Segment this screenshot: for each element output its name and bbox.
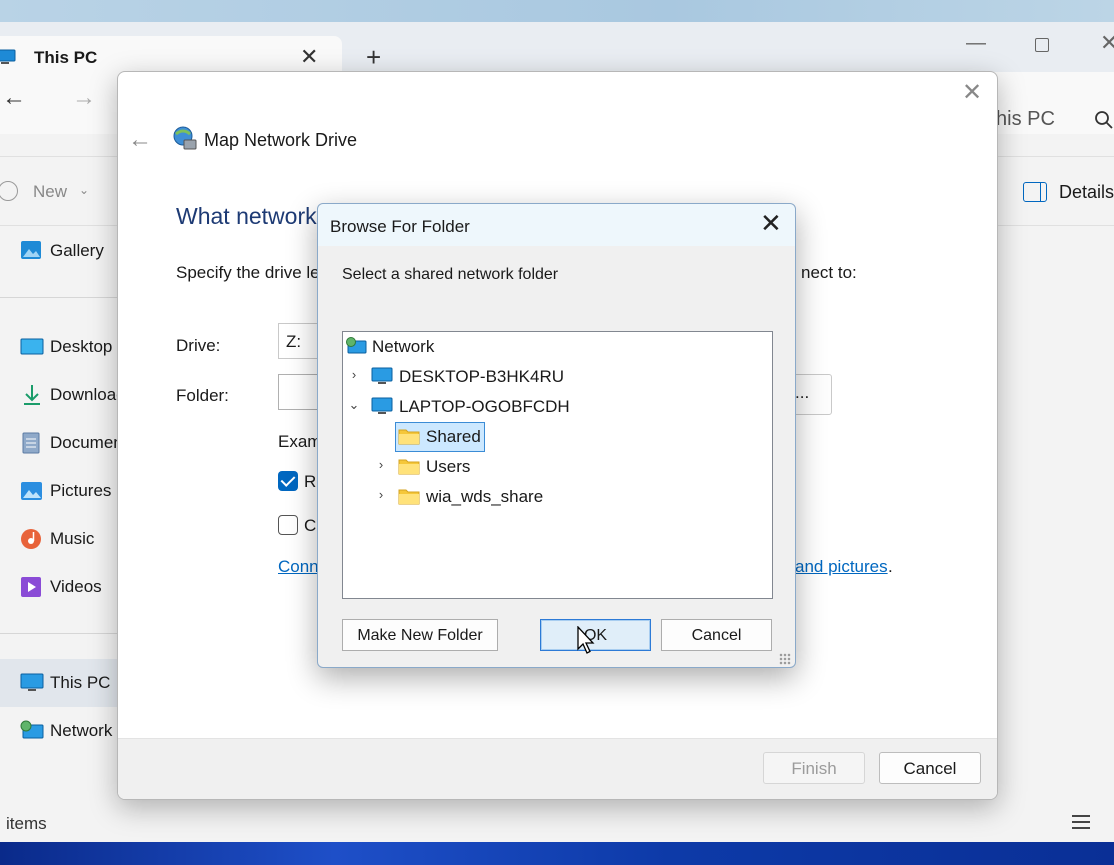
mouse-cursor-icon [577,626,595,654]
computer-icon [371,397,393,414]
example-text: Exam [278,432,320,451]
sidebar-item-music[interactable]: Music [20,524,120,554]
dialog-title: Map Network Drive [204,130,358,150]
folder-label: Folder: [176,386,229,405]
videos-icon [21,577,41,597]
tree-item-laptop-ogobfcdh[interactable]: ⌄ LAPTOP-OGOBFCDH [343,393,603,421]
wizard-description-tail: nect to: [801,263,857,282]
drive-label: Drive: [176,336,221,355]
folder-icon [398,489,420,505]
maximize-icon[interactable] [1035,38,1049,52]
sidebar-item-pictures[interactable]: Pictures [20,476,120,506]
sidebar-item-this-pc[interactable]: This PC [20,668,120,698]
network-drive-icon [173,126,197,150]
sidebar-item-network[interactable]: Network [20,716,120,746]
new-button[interactable]: New [33,182,67,202]
minimize-icon[interactable]: — [966,32,986,55]
close-icon[interactable]: ✕ [962,78,982,107]
new-tab-icon[interactable]: + [366,44,381,70]
gallery-icon [21,241,41,259]
resize-grip-icon[interactable] [779,653,791,665]
status-item-count: items [6,814,47,833]
back-arrow-icon[interactable]: ← [2,84,26,112]
chevron-right-icon[interactable]: › [374,457,388,472]
tree-item-users[interactable]: › Users [343,453,543,481]
pictures-icon [21,482,42,500]
connect-website-link[interactable]: Conn [278,557,320,577]
tree-item-shared[interactable]: Shared [343,423,543,451]
tree-item-network[interactable]: Network [343,333,543,361]
address-bar-text[interactable]: his PC [996,108,1055,131]
pc-icon [20,673,44,691]
download-icon [24,385,40,405]
sidebar-divider [0,633,117,634]
folder-icon [398,429,420,445]
tab-this-pc[interactable]: This PC ✕ [0,36,342,76]
taskbar-background [0,842,1114,865]
sidebar-item-documents[interactable]: Documents [20,428,120,458]
desktop-background [0,0,1114,24]
pc-icon [0,49,16,64]
link-period: . [888,557,893,576]
forward-arrow-icon[interactable]: → [72,84,96,112]
details-pane-icon[interactable] [1023,182,1047,202]
tab-close-icon[interactable]: ✕ [300,44,318,70]
dialog-titlebar: Browse For Folder ✕ [318,204,795,246]
credentials-checkbox[interactable] [278,515,298,535]
sidebar-item-downloads[interactable]: Downloads [20,380,120,410]
connect-website-link-tail[interactable]: and pictures [795,557,888,577]
details-button[interactable]: Details [1059,182,1114,203]
wizard-heading: What network [176,203,317,229]
list-view-icon[interactable] [1072,815,1090,829]
sidebar-item-videos[interactable]: Videos [20,572,120,602]
tab-title: This PC [34,48,98,67]
tab-strip: This PC ✕ + — ✕ [0,22,1114,76]
computer-icon [371,367,393,384]
window-close-icon[interactable]: ✕ [1100,30,1114,56]
chevron-right-icon[interactable]: › [347,367,361,382]
sidebar-item-desktop[interactable]: Desktop [20,332,120,362]
dialog-title: Browse For Folder [330,217,470,236]
tree-item-desktop-b3hk4ru[interactable]: › DESKTOP-B3HK4RU [343,363,603,391]
sidebar-item-gallery[interactable]: Gallery [20,236,120,266]
browse-for-folder-dialog: Browse For Folder ✕ Select a shared netw… [317,203,796,668]
network-icon [346,337,367,354]
wizard-footer [118,738,997,799]
music-icon [21,529,41,549]
documents-icon [22,432,40,454]
dialog-prompt: Select a shared network folder [342,266,559,283]
back-arrow-icon[interactable]: ← [128,126,152,154]
chevron-right-icon[interactable]: › [374,487,388,502]
finish-button[interactable]: Finish [763,752,865,784]
folder-tree[interactable]: Network › DESKTOP-B3HK4RU ⌄ LAPTOP-OGOBF… [342,331,773,599]
sidebar-divider [0,297,117,298]
tree-item-wia-wds-share[interactable]: › wia_wds_share [343,483,603,511]
make-new-folder-button[interactable]: Make New Folder [342,619,498,651]
reconnect-checkbox[interactable] [278,471,298,491]
wizard-description: Specify the drive le [176,263,320,282]
cancel-button[interactable]: Cancel [879,752,981,784]
chevron-down-icon[interactable]: ⌄ [79,183,89,197]
cancel-button[interactable]: Cancel [661,619,772,651]
network-icon [20,720,44,739]
folder-icon [398,459,420,475]
desktop-icon [20,338,44,355]
chevron-down-icon[interactable]: ⌄ [347,397,361,413]
close-icon[interactable]: ✕ [760,210,782,236]
search-icon[interactable] [1094,110,1114,130]
